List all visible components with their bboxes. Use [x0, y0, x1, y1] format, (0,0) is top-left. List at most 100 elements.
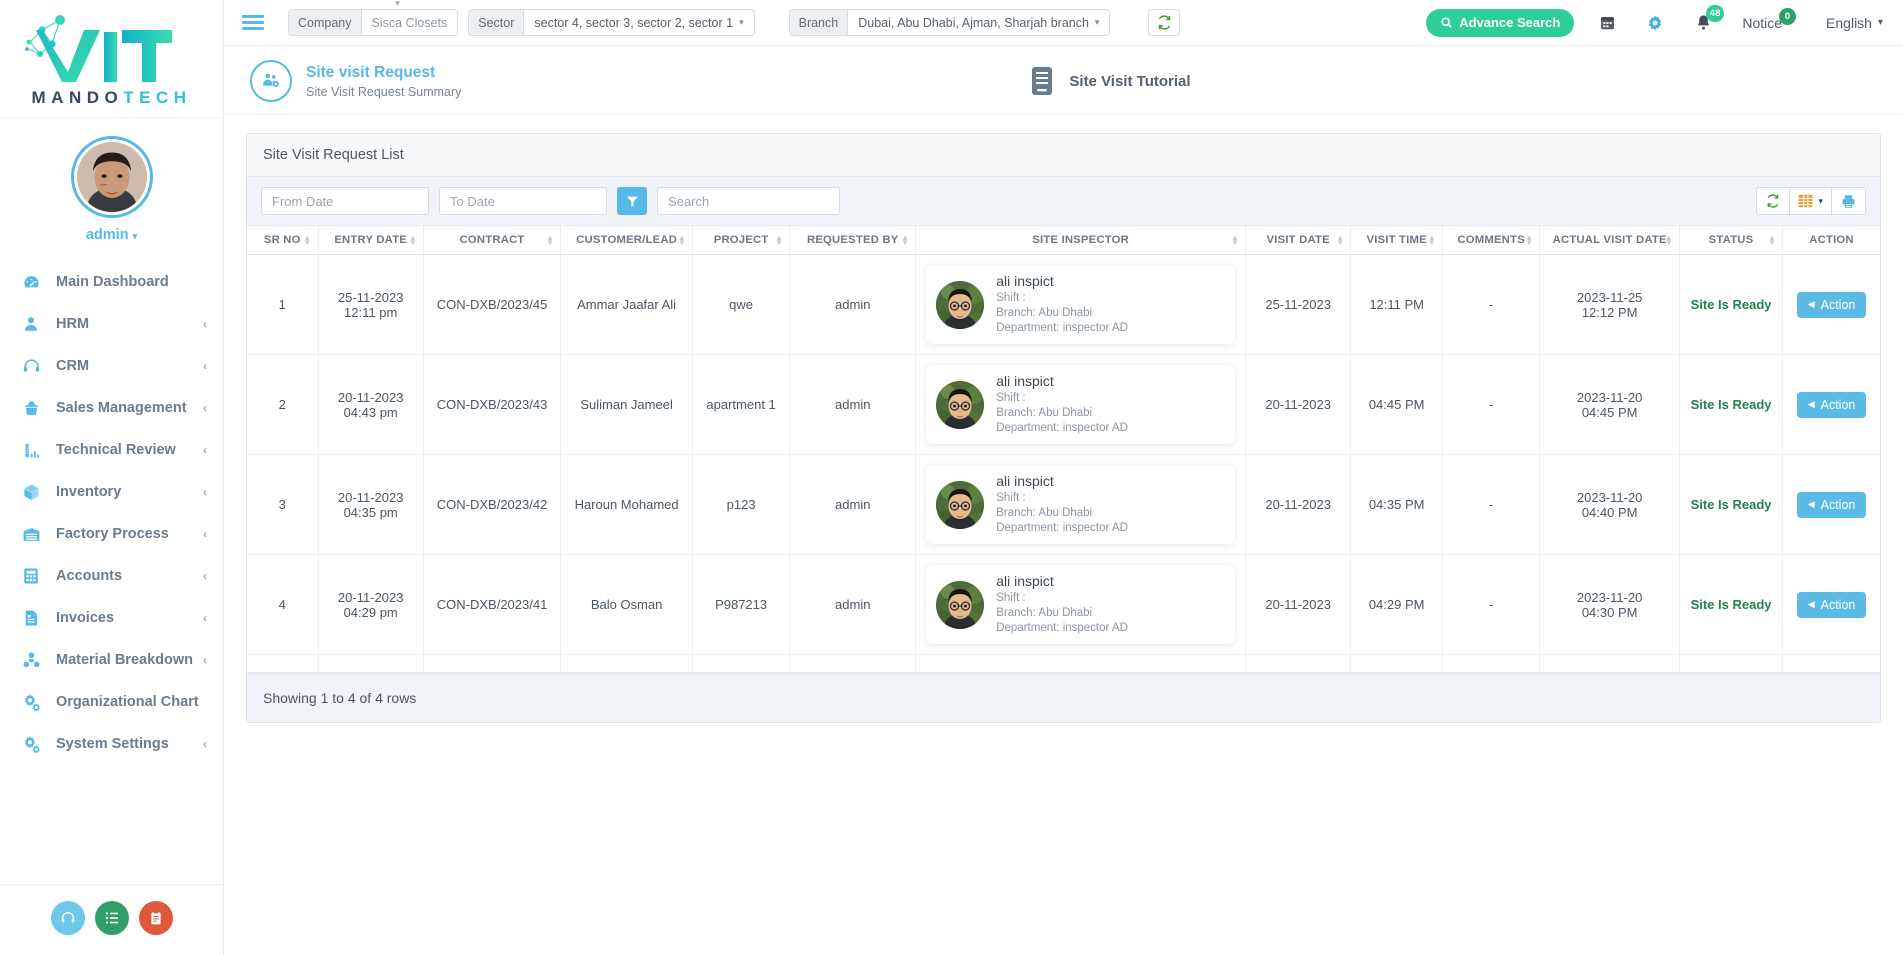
col-visit-time[interactable]: VISIT TIME ▲ ▼: [1350, 226, 1443, 255]
col-requested-by[interactable]: REQUESTED BY ▲ ▼: [789, 226, 917, 255]
inspector-avatar: [936, 380, 985, 429]
menu-toggle-icon[interactable]: [242, 15, 264, 30]
company-value[interactable]: Sisca Closets: [360, 9, 459, 36]
col-customer-lead[interactable]: CUSTOMER/LEAD ▲ ▼: [560, 226, 693, 255]
sort-icon: ▲ ▼: [1336, 233, 1345, 247]
settings-button[interactable]: [1640, 8, 1670, 38]
cell-actual-visit-date: 2023-11-20 04:40 PM: [1539, 454, 1680, 555]
sidebar-item-crm[interactable]: CRM ‹: [0, 345, 223, 387]
table-row-empty: [247, 654, 1880, 673]
cell-empty: [247, 654, 319, 673]
chevron-down-icon: ▾: [739, 17, 744, 27]
cell-empty: [1679, 654, 1784, 673]
cell-status: Site Is Ready: [1679, 354, 1784, 455]
from-date-input[interactable]: [261, 187, 429, 215]
sidebar-item-system-settings[interactable]: System Settings ‹: [0, 723, 223, 765]
avatar[interactable]: [70, 136, 153, 218]
search-input[interactable]: [657, 187, 840, 215]
sidebar-item-accounts[interactable]: Accounts ‹: [0, 555, 223, 597]
branch-value[interactable]: Dubai, Abu Dhabi, Ajman, Sharjah branch …: [847, 9, 1111, 36]
action-button-label: Action: [1820, 597, 1856, 612]
caret-left-icon: ◀: [1807, 399, 1815, 409]
cell-contract: CON-DXB/2023/42: [423, 454, 562, 555]
inspector-card[interactable]: ali inspict Shift : Branch: Abu Dhabi De…: [926, 365, 1236, 444]
action-button[interactable]: ◀ Action: [1796, 391, 1867, 418]
chevron-left-icon: ‹: [203, 485, 207, 499]
cell-comments: -: [1442, 554, 1541, 655]
search-icon: [1440, 16, 1453, 29]
advance-search-button[interactable]: Advance Search: [1426, 8, 1575, 37]
cell-project: apartment 1: [692, 354, 791, 455]
sidebar-item-factory-process[interactable]: Factory Process ‹: [0, 513, 223, 555]
refresh-button[interactable]: [1148, 9, 1181, 36]
print-button[interactable]: [1832, 187, 1866, 215]
col-action: ACTION: [1782, 226, 1880, 255]
site-visit-group-icon: [250, 60, 292, 102]
cell-contract: CON-DXB/2023/43: [423, 354, 562, 455]
document-icon: [1031, 66, 1053, 96]
inspector-shift: Shift :: [996, 592, 1026, 604]
chevron-left-icon: ‹: [203, 653, 207, 667]
sidebar-item-inventory[interactable]: Inventory ‹: [0, 471, 223, 513]
to-date-input[interactable]: [439, 187, 607, 215]
sidebar-item-technical-review[interactable]: Technical Review ‹: [0, 429, 223, 471]
col-site-inspector[interactable]: SITE INSPECTOR ▲ ▼: [915, 226, 1247, 255]
alerts-button[interactable]: 48: [1688, 4, 1725, 38]
company-selector[interactable]: Company Sisca Closets: [288, 0, 459, 36]
language-selector[interactable]: English ▾: [1826, 15, 1883, 31]
col-sr-no[interactable]: SR NO ▲ ▼: [247, 226, 319, 255]
table-row[interactable]: 1 25-11-2023 12:11 pm CON-DXB/2023/45 Amm…: [247, 254, 1880, 355]
table-row[interactable]: 2 20-11-2023 04:43 pm CON-DXB/2023/43 Sul…: [247, 354, 1880, 455]
inspector-card[interactable]: ali inspict Shift : Branch: Abu Dhabi De…: [926, 465, 1236, 544]
profile-name[interactable]: admin ▾: [86, 227, 137, 243]
tasklist-fab-button[interactable]: [94, 901, 129, 935]
sector-value[interactable]: sector 4, sector 3, sector 2, sector 1 ▾: [523, 9, 755, 36]
inspector-details: ali inspict Shift : Branch: Abu Dhabi De…: [996, 573, 1128, 636]
col-contract[interactable]: CONTRACT ▲ ▼: [423, 226, 562, 255]
notice-button[interactable]: Notice 0: [1742, 7, 1797, 31]
sidebar-item-sales-management[interactable]: Sales Management ‹: [0, 387, 223, 429]
col-comments[interactable]: COMMENTS ▲ ▼: [1442, 226, 1541, 255]
cell-site-inspector: ali inspict Shift : Branch: Abu Dhabi De…: [915, 254, 1247, 355]
cell-entry-date: 20-11-2023 04:43 pm: [318, 354, 424, 455]
col-label: CUSTOMER/LEAD: [576, 234, 678, 246]
support-fab-button[interactable]: [50, 901, 85, 935]
action-button-label: Action: [1820, 297, 1856, 312]
tutorial-link[interactable]: Site Visit Tutorial: [1031, 66, 1191, 96]
page-title-block: Site visit Request Site Visit Request Su…: [306, 64, 461, 99]
cell-entry-date: 25-11-2023 12:11 pm: [318, 254, 424, 355]
brand-wordmark: MANDOTECH: [32, 88, 192, 108]
action-button[interactable]: ◀ Action: [1796, 591, 1867, 618]
cell-comments: -: [1442, 454, 1541, 555]
sidebar-item-hrm[interactable]: HRM ‹: [0, 303, 223, 345]
column-toggle-button[interactable]: ▾: [1790, 187, 1832, 215]
table-row[interactable]: 4 20-11-2023 04:29 pm CON-DXB/2023/41 Bal…: [247, 554, 1880, 655]
sidebar-item-material-breakdown[interactable]: Material Breakdown ‹: [0, 639, 223, 681]
calendar-button[interactable]: [1592, 8, 1622, 38]
sidebar-item-invoices[interactable]: Invoices ‹: [0, 597, 223, 639]
col-status[interactable]: STATUS ▲ ▼: [1679, 226, 1784, 255]
col-actual-visit-date[interactable]: ACTUAL VISIT DATE ▲ ▼: [1539, 226, 1680, 255]
col-visit-date[interactable]: VISIT DATE ▲ ▼: [1245, 226, 1352, 255]
chevron-down-icon: ▾: [1818, 195, 1823, 206]
sidebar-item-main-dashboard[interactable]: Main Dashboard: [0, 261, 223, 303]
col-project[interactable]: PROJECT ▲ ▼: [692, 226, 791, 255]
calculator-icon: [22, 567, 48, 585]
cell-action: ◀ Action: [1782, 454, 1880, 555]
sector-value-text: sector 4, sector 3, sector 2, sector 1: [534, 15, 734, 30]
clipboard-fab-button[interactable]: [138, 901, 173, 935]
branch-selector[interactable]: Branch Dubai, Abu Dhabi, Ajman, Sharjah …: [788, 9, 1111, 36]
action-button[interactable]: ◀ Action: [1796, 491, 1867, 518]
box-icon: [22, 483, 48, 502]
sector-selector[interactable]: Sector sector 4, sector 3, sector 2, sec…: [468, 9, 755, 36]
invoice-icon: [22, 609, 48, 627]
table-refresh-button[interactable]: [1756, 187, 1791, 215]
filter-button[interactable]: [617, 187, 647, 215]
inspector-card[interactable]: ali inspict Shift : Branch: Abu Dhabi De…: [926, 265, 1236, 344]
table-row[interactable]: 3 20-11-2023 04:35 pm CON-DXB/2023/42 Har…: [247, 454, 1880, 555]
inspector-card[interactable]: ali inspict Shift : Branch: Abu Dhabi De…: [926, 565, 1236, 644]
col-entry-date[interactable]: ENTRY DATE ▲ ▼: [318, 226, 424, 255]
chevron-left-icon: ‹: [203, 443, 207, 457]
action-button[interactable]: ◀ Action: [1796, 291, 1867, 318]
sidebar-item-organizational-chart[interactable]: Organizational Chart: [0, 681, 223, 723]
